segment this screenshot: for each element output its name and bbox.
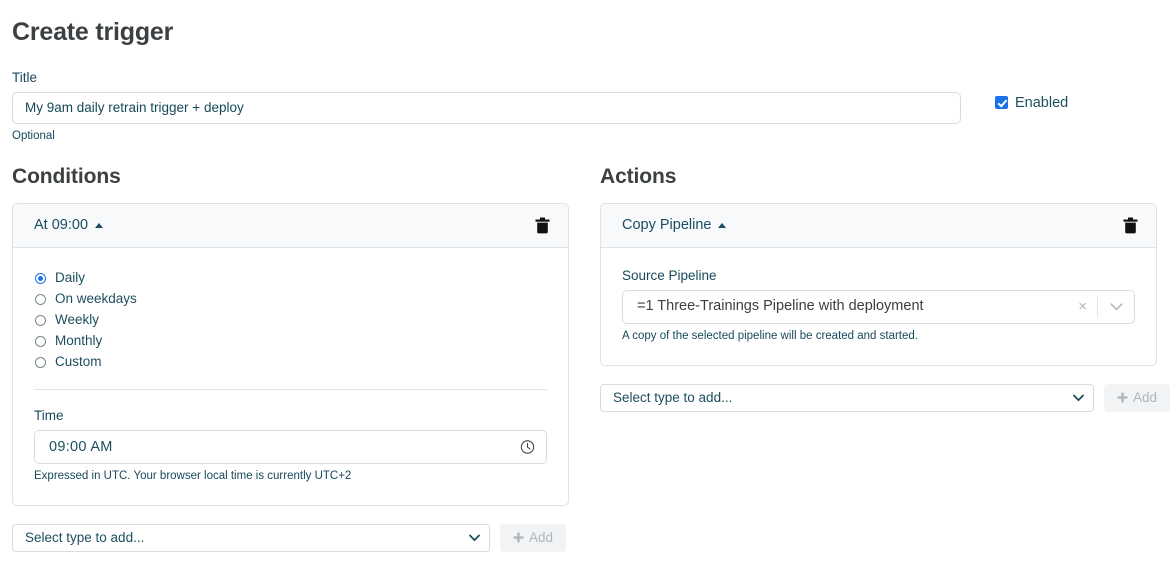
- radio-weekly-label: Weekly: [55, 312, 100, 327]
- chevron-down-icon: [1073, 394, 1084, 401]
- clear-selection-icon[interactable]: ×: [1068, 299, 1097, 314]
- condition-card-header: At 09:00: [13, 203, 568, 248]
- action-card-toggle[interactable]: Copy Pipeline: [622, 216, 727, 234]
- radio-on-weekdays[interactable]: [35, 293, 46, 305]
- source-pipeline-help-text: A copy of the selected pipeline will be …: [622, 329, 918, 342]
- title-help-text: Optional: [12, 129, 55, 142]
- actions-add-button-label: Add: [1133, 390, 1158, 405]
- condition-card-body: Daily On weekdays Weekly Monthly Custom …: [13, 248, 568, 505]
- schedule-option-weekly[interactable]: Weekly: [34, 310, 547, 331]
- plus-icon: [513, 532, 524, 543]
- conditions-section-title: Conditions: [12, 164, 121, 188]
- actions-add-row: Select type to add... Add: [600, 383, 1171, 412]
- condition-card-title: At 09:00: [34, 216, 89, 233]
- radio-daily-label: Daily: [55, 270, 86, 285]
- radio-weekly[interactable]: [35, 314, 46, 326]
- chevron-down-icon[interactable]: [1098, 302, 1134, 311]
- action-card-header: Copy Pipeline: [601, 203, 1156, 248]
- conditions-add-button[interactable]: Add: [500, 523, 567, 552]
- delete-action-button[interactable]: [1119, 215, 1142, 236]
- condition-card-toggle[interactable]: At 09:00: [34, 216, 104, 234]
- action-card: Copy Pipeline Source Pipeline =1 Three-T…: [600, 202, 1157, 366]
- trash-icon: [535, 217, 550, 233]
- time-input[interactable]: [34, 429, 547, 464]
- radio-daily[interactable]: [35, 272, 46, 284]
- actions-column: Actions Copy Pipeline Source Pipeline =1…: [600, 164, 1171, 552]
- source-pipeline-value: =1 Three-Trainings Pipeline with deploym…: [637, 298, 924, 314]
- delete-condition-button[interactable]: [531, 215, 554, 236]
- schedule-option-custom[interactable]: Custom: [34, 352, 547, 373]
- time-label: Time: [34, 407, 64, 423]
- page-title: Create trigger: [12, 18, 174, 46]
- radio-custom-label: Custom: [55, 354, 102, 369]
- caret-up-icon: [95, 223, 104, 228]
- columns: Conditions At 09:00 Daily On weekdays We…: [12, 164, 1171, 552]
- condition-card: At 09:00 Daily On weekdays Weekly Monthl…: [12, 202, 569, 506]
- plus-icon: [1117, 392, 1128, 403]
- enabled-checkbox[interactable]: [995, 96, 1008, 109]
- conditions-type-select-value: Select type to add...: [25, 529, 145, 545]
- action-card-title: Copy Pipeline: [622, 216, 712, 233]
- title-field-group: Title Optional: [12, 70, 961, 143]
- conditions-add-button-label: Add: [529, 530, 554, 545]
- schedule-option-on-weekdays[interactable]: On weekdays: [34, 289, 547, 310]
- schedule-radio-group: Daily On weekdays Weekly Monthly Custom: [34, 268, 547, 373]
- enabled-label: Enabled: [1015, 94, 1069, 111]
- divider: [34, 388, 547, 390]
- source-pipeline-select[interactable]: =1 Three-Trainings Pipeline with deploym…: [622, 289, 1135, 324]
- clock-icon[interactable]: [520, 439, 535, 454]
- actions-type-select[interactable]: Select type to add...: [600, 383, 1094, 412]
- enabled-checkbox-group[interactable]: Enabled: [995, 95, 1068, 111]
- schedule-option-monthly[interactable]: Monthly: [34, 331, 547, 352]
- chevron-down-icon: [469, 534, 480, 541]
- schedule-option-daily[interactable]: Daily: [34, 268, 547, 289]
- time-input-wrap: [34, 429, 547, 464]
- radio-monthly[interactable]: [35, 335, 46, 347]
- title-input[interactable]: [12, 91, 961, 124]
- conditions-type-select[interactable]: Select type to add...: [12, 523, 490, 552]
- conditions-column: Conditions At 09:00 Daily On weekdays We…: [12, 165, 569, 552]
- actions-type-select-value: Select type to add...: [613, 389, 733, 405]
- actions-section-title: Actions: [600, 164, 677, 188]
- title-row: Title Optional Enabled: [12, 70, 1161, 143]
- title-label: Title: [12, 69, 38, 85]
- action-card-body: Source Pipeline =1 Three-Trainings Pipel…: [601, 248, 1156, 365]
- caret-up-icon: [718, 223, 727, 228]
- time-help-text: Expressed in UTC. Your browser local tim…: [34, 469, 352, 482]
- radio-custom[interactable]: [35, 356, 46, 368]
- conditions-add-row: Select type to add... Add: [12, 523, 569, 552]
- source-pipeline-label: Source Pipeline: [622, 267, 717, 283]
- radio-monthly-label: Monthly: [55, 333, 103, 348]
- actions-add-button[interactable]: Add: [1104, 383, 1171, 412]
- radio-on-weekdays-label: On weekdays: [55, 291, 137, 306]
- trash-icon: [1123, 217, 1138, 233]
- create-trigger-page: Create trigger Title Optional Enabled Co…: [0, 0, 1173, 586]
